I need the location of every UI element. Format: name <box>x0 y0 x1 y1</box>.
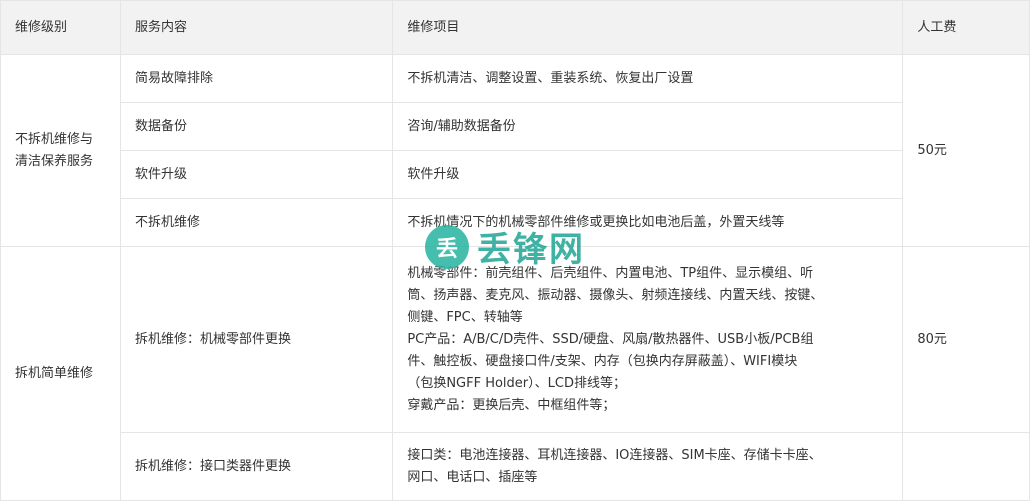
items-cell: 接口类：电池连接器、耳机连接器、IO连接器、SIM卡座、存储卡卡座、 网口、电话… <box>392 432 904 501</box>
service-cell: 数据备份 <box>119 102 394 151</box>
service-cell: 拆机维修：接口类器件更换 <box>119 432 394 501</box>
item-line: 穿戴产品：更换后壳、中框组件等； <box>407 397 616 413</box>
service-cell: 简易故障排除 <box>119 54 394 103</box>
table-row: 软件升级 软件升级 <box>1 150 1030 199</box>
item-line: 接口类：电池连接器、耳机连接器、IO连接器、SIM卡座、存储卡卡座、 <box>407 447 822 463</box>
header-service: 服务内容 <box>119 0 394 55</box>
fee-cell: 50元 <box>902 54 1030 247</box>
table-row: 不拆机维修与清洁保养服务 简易故障排除 不拆机清洁、调整设置、重装系统、恢复出厂… <box>0 54 1030 247</box>
item-line: 筒、扬声器、麦克风、振动器、摄像头、射频连接线、内置天线、按键、 <box>407 287 824 303</box>
item-line: 侧键、FPC、转轴等 <box>407 309 523 325</box>
header-items: 维修项目 <box>392 0 904 55</box>
items-cell: 软件升级 <box>392 150 904 199</box>
item-line: （包换NGFF Holder）、LCD排线等； <box>407 375 626 391</box>
service-cell: 软件升级 <box>119 150 394 199</box>
table-header-row: 维修级别 服务内容 维修项目 人工费 <box>0 0 1030 55</box>
fee-cell <box>902 432 1030 501</box>
table-row: 拆机简单维修 拆机维修：机械零部件更换 机械零部件：前壳组件、后壳组件、内置电池… <box>0 246 1030 501</box>
repair-fee-table: 维修级别 服务内容 维修项目 人工费 不拆机维修与清洁保养服务 简易故障排除 不… <box>0 0 1030 501</box>
service-cell: 拆机维修：机械零部件更换 <box>119 246 394 433</box>
items-cell: 不拆机清洁、调整设置、重装系统、恢复出厂设置 <box>392 54 904 103</box>
header-level: 维修级别 <box>0 0 121 55</box>
item-line: 网口、电话口、插座等 <box>407 469 538 485</box>
service-cell: 不拆机维修 <box>119 198 394 247</box>
table-row: 数据备份 咨询/辅助数据备份 <box>1 102 1030 151</box>
item-line: 件、触控板、硬盘接口件/支架、内存（包换内存屏蔽盖）、WIFI模块 <box>407 353 798 369</box>
items-cell: 机械零部件：前壳组件、后壳组件、内置电池、TP组件、显示模组、听 筒、扬声器、麦… <box>392 246 904 433</box>
items-cell: 咨询/辅助数据备份 <box>392 102 904 151</box>
table-row: 不拆机维修 不拆机情况下的机械零部件维修或更换比如电池后盖，外置天线等 <box>1 198 1030 247</box>
item-line: 机械零部件：前壳组件、后壳组件、内置电池、TP组件、显示模组、听 <box>407 265 814 281</box>
fee-cell: 80元 <box>902 246 1030 433</box>
header-fee: 人工费 <box>902 0 1030 55</box>
table-row: 拆机维修：接口类器件更换 接口类：电池连接器、耳机连接器、IO连接器、SIM卡座… <box>1 432 1030 501</box>
item-line: PC产品：A/B/C/D壳件、SSD/硬盘、风扇/散热器件、USB小板/PCB组 <box>407 331 814 347</box>
items-cell: 不拆机情况下的机械零部件维修或更换比如电池后盖，外置天线等 <box>392 198 904 247</box>
level-cell: 不拆机维修与清洁保养服务 <box>0 54 121 247</box>
level-cell: 拆机简单维修 <box>0 246 121 501</box>
